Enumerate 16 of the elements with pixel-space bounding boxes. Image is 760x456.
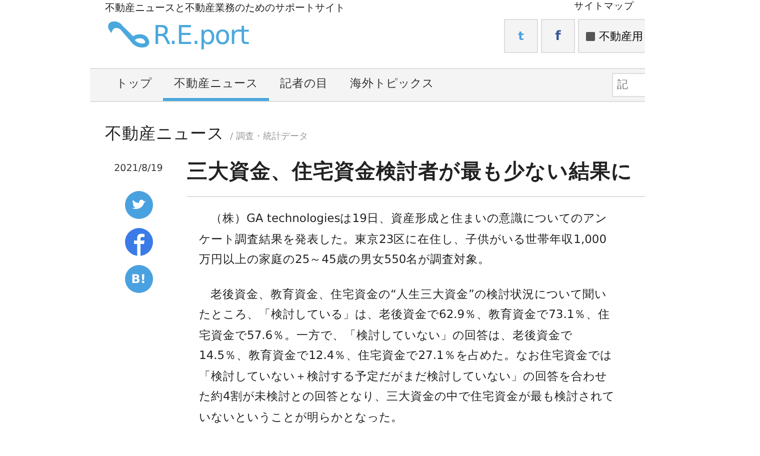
site-tagline: 不動産ニュースと不動産業務のためのサポートサイト	[105, 2, 345, 15]
facebook-icon[interactable]	[124, 228, 152, 256]
sitemap-link[interactable]: サイトマップ	[574, 0, 634, 13]
section-title: 不動産ニュース	[105, 123, 224, 145]
nav-tab[interactable]: トップ	[105, 69, 163, 101]
facebook-button[interactable]: f	[541, 19, 575, 53]
nav-tab[interactable]: 不動産ニュース	[163, 69, 269, 101]
search-field[interactable]: 記	[612, 73, 645, 97]
article-title: 三大資金、住宅資金検討者が最も少ない結果に	[187, 158, 634, 185]
article-paragraph: 老後資金、教育資金、住宅資金の“人生三大資金”の検討状況について聞いたところ、「検討している」は、老後資金で62.9％、教育資金で73.1％、住宅資金で57.6％。一方で、「検討していない」の回答は、老後資金で14.5％、教育資金で12.4％、住宅資金で27.1％を占めた。なお住宅資金では「検討していない＋検討する予定だがまだ検討していない」の回答を合わせた約4割が未検討との回答となり、三大資金の中で住宅資金が最も検討されていないということが明らかとなった。	[199, 286, 616, 426]
nav-tab[interactable]: 記者の目	[269, 69, 339, 101]
article-date: 2021/8/19	[114, 162, 163, 174]
nav-tab[interactable]: 海外トピックス	[339, 69, 445, 101]
glossary-button[interactable]: 不動産用	[578, 19, 645, 53]
twitter-icon[interactable]	[124, 191, 152, 219]
article-paragraph: （株）GA technologiesは19日、資産形成と住まいの意識についてのアンケート調査結果を発表した。東京23区に在住し、子供がいる世帯年収1,000万円以上の家庭の25～45歳の男女550名が調査対象。	[199, 210, 608, 268]
